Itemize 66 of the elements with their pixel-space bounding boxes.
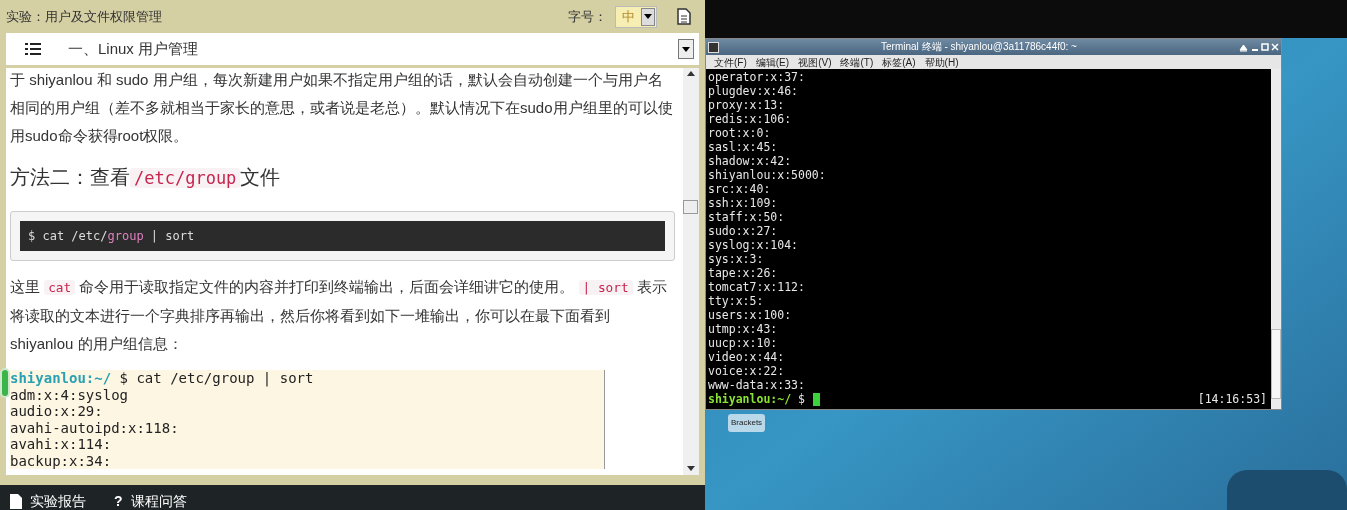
terminal-line: utmp:x:43: [708, 322, 779, 336]
window-controls-icon[interactable] [1239, 42, 1279, 52]
terminal-line: sys:x:3: [708, 252, 765, 266]
output-line: adm:x:4:syslog [10, 386, 129, 403]
terminal-line: syslog:x:104: [708, 238, 799, 252]
menu-item[interactable]: 编辑(E) [755, 55, 790, 69]
caret-icon [641, 7, 655, 26]
scroll-up-icon[interactable] [687, 71, 695, 76]
terminal-scrollbar[interactable] [1271, 69, 1281, 409]
terminal-scroll-thumb[interactable] [1271, 329, 1281, 399]
paragraph: 于 shiyanlou 和 sudo 用户组，每次新建用户如果不指定用户组的话，默认会自动创建一个与用户名相同的用户组（差不多就相当于家长的意思，或者说是老总）。默认情况下在sudo用户组里的可以使用sudo命令获得root权限。 [10, 70, 674, 146]
scroll-thumb[interactable] [683, 200, 698, 214]
terminal-line: ssh:x:109: [708, 196, 779, 210]
terminal-line: proxy:x:13: [708, 98, 786, 112]
terminal-time: [14:16:53] [1197, 392, 1267, 406]
badge [0, 368, 10, 398]
desktop-shortcut[interactable]: Brackets [728, 414, 766, 432]
terminal-line: shadow:x:42: [708, 154, 793, 168]
document-icon[interactable] [677, 8, 691, 25]
code-block: $ cat /etc/group | sort [20, 221, 665, 251]
section-dropdown[interactable] [678, 39, 694, 59]
heading: 方法二：查看 /etc/group 文件 [10, 165, 282, 190]
terminal-line: operator:x:37: [708, 70, 806, 84]
scrollbar[interactable] [683, 68, 699, 475]
terminal-line: users:x:100: [708, 308, 793, 322]
section-title: 一、Linux 用户管理 [68, 38, 200, 59]
terminal-line: uucp:x:10: [708, 336, 779, 350]
command-line: shiyanlou:~/ $ cat /etc/group | sort [10, 370, 315, 387]
menu-item[interactable]: 终端(T) [840, 55, 874, 69]
terminal-line: staff:x:50: [708, 210, 786, 224]
terminal-line: shiyanlou:x:5000: [708, 168, 827, 182]
terminal-line: src:x:40: [708, 182, 772, 196]
terminal-line: plugdev:x:46: [708, 84, 799, 98]
menu-item[interactable]: 帮助(H) [924, 55, 959, 69]
menu-item[interactable]: 标签(A) [882, 55, 916, 69]
scroll-down-icon[interactable] [687, 466, 695, 471]
bottom-tab[interactable]: 实验报告 [30, 491, 86, 510]
terminal-line: sasl:x:45: [708, 140, 779, 154]
menu-item[interactable]: 视图(V) [798, 55, 832, 69]
document-icon [10, 494, 22, 509]
output-line: audio:x:29: [10, 403, 104, 420]
paragraph: 这里 cat 命令用于读取指定文件的内容并打印到终端输出，后面会详细讲它的使用。 | sort 表示将读取的文本进行一个字典排序再输出，然后你将看到如下一堆输出，你可以在最下面看到 shiyanlou 的用户组信息： [10, 277, 668, 354]
terminal-line: redis:x:106: [708, 112, 793, 126]
output-line: avahi-autoipd:x:118: [10, 419, 180, 436]
terminal-line: sudo:x:27: [708, 224, 779, 238]
menu-item[interactable]: 文件(F) [714, 55, 747, 69]
list-icon[interactable] [25, 43, 41, 55]
terminal-line: tape:x:26: [708, 266, 779, 280]
output-line: avahi:x:114: [10, 436, 113, 453]
prompt-symbol: $ [798, 392, 806, 406]
terminal-line: video:x:44: [708, 350, 786, 364]
lesson-title: 实验：用户及文件权限管理 [6, 7, 163, 26]
output-line: backup:x:34: [10, 452, 113, 469]
terminal-line: voice:x:22: [708, 364, 786, 378]
cursor [813, 392, 821, 406]
question-icon: ? [114, 491, 123, 510]
terminal-prompt: shiyanlou:~/ [708, 392, 792, 406]
caret-icon [682, 46, 690, 52]
terminal-line: www-data:x:33: [708, 378, 806, 392]
window-title: Terminal 终端 - shiyanlou@3a11786c44f0: ~ [880, 41, 1078, 53]
terminal-icon [708, 41, 719, 53]
terminal-line: tty:x:5: [708, 294, 765, 308]
font-size-label: 字号： [568, 7, 607, 26]
bottom-tab[interactable]: 课程问答 [130, 491, 187, 510]
terminal-line: tomcat7:x:112: [708, 280, 806, 294]
terminal-line: root:x:0: [708, 126, 772, 140]
